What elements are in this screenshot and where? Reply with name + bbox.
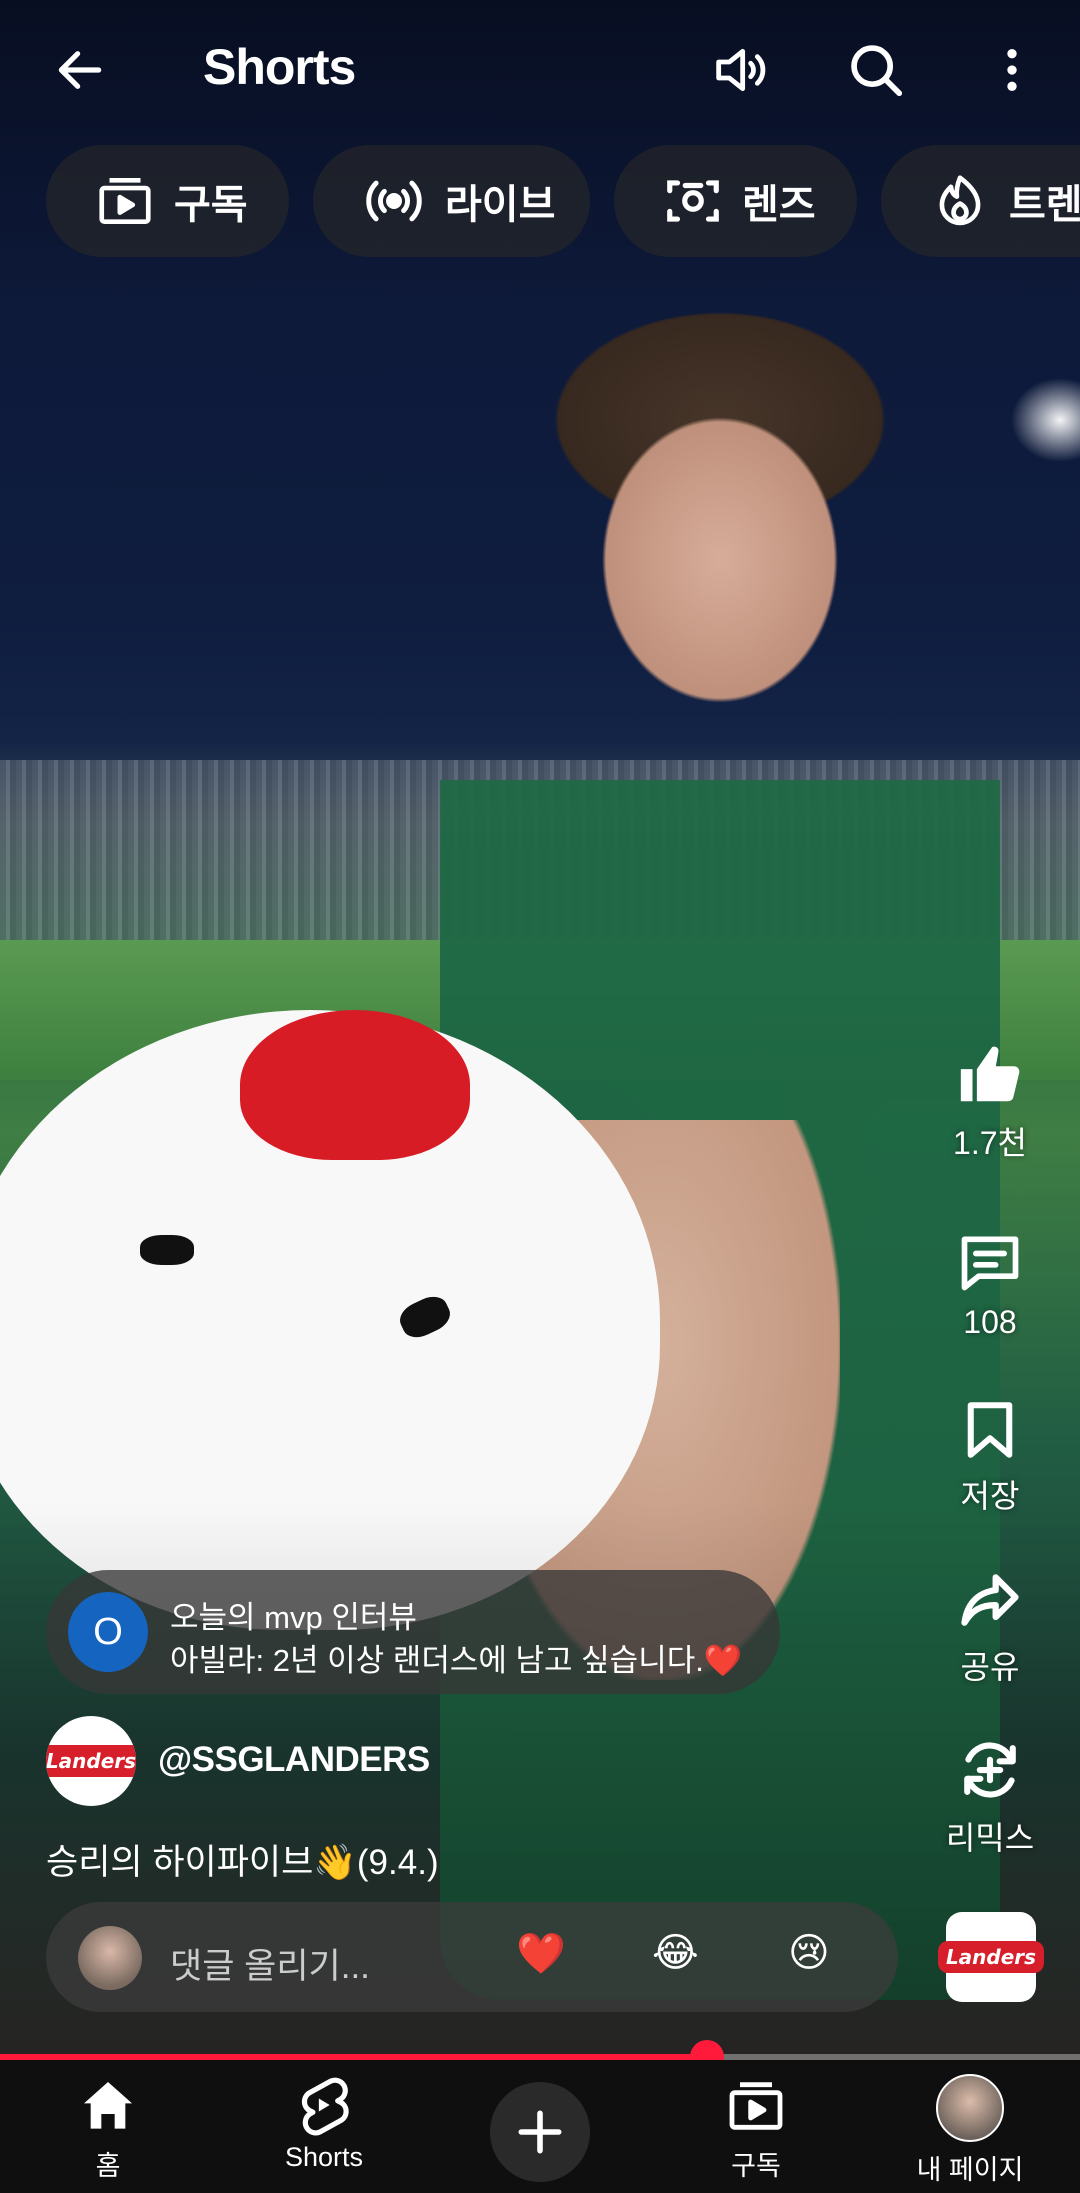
pinned-caption[interactable]: O 오늘의 mvp 인터뷰 아빌라: 2년 이상 랜더스에 남고 싶습니다.❤️ xyxy=(46,1570,780,1694)
create-button[interactable] xyxy=(490,2082,590,2182)
comment-input[interactable]: 댓글 올리기... xyxy=(170,1938,370,1989)
emoji-laugh[interactable]: 😂 xyxy=(652,1930,699,1976)
comment-count: 108 xyxy=(963,1304,1017,1340)
mascot-eye xyxy=(140,1235,194,1265)
shorts-icon xyxy=(301,2077,349,2136)
back-button[interactable] xyxy=(40,30,120,110)
remix-icon xyxy=(964,1742,1016,1798)
chip-subscriptions[interactable]: 구독 xyxy=(46,145,289,257)
remix-label: 리믹스 xyxy=(945,1820,1035,1856)
bookmark-icon xyxy=(967,1402,1013,1458)
search-button[interactable] xyxy=(836,30,916,110)
emoji-sad[interactable]: 😢 xyxy=(788,1930,830,1976)
chip-label: 구독 xyxy=(174,183,248,227)
nav-label: 홈 xyxy=(95,2151,121,2181)
search-icon xyxy=(851,45,903,97)
share-label: 공유 xyxy=(960,1649,1020,1685)
nav-shorts[interactable]: Shorts xyxy=(244,2074,404,2173)
like-button[interactable]: 1.7천 xyxy=(930,1040,1050,1164)
arrow-left-icon xyxy=(58,51,102,89)
save-label: 저장 xyxy=(960,1478,1020,1514)
chip-label: 라이브 xyxy=(445,183,556,227)
landers-logo: Landers xyxy=(46,1745,136,1777)
comment-bar[interactable]: 댓글 올리기... ❤️ 😂 😢 xyxy=(46,1902,898,2012)
thumb-up-icon xyxy=(960,1046,1020,1102)
nav-label: 구독 xyxy=(731,2151,781,2181)
caption-title: 오늘의 mvp 인터뷰 xyxy=(170,1600,417,1635)
chip-label: 렌즈 xyxy=(742,183,816,227)
save-button[interactable]: 저장 xyxy=(930,1397,1050,1517)
bottom-navigation: 홈 Shorts 구독 내 페이지 xyxy=(0,2060,1080,2193)
chip-live[interactable]: 라이브 xyxy=(313,145,590,257)
top-bar: Shorts xyxy=(0,0,1080,140)
remix-button[interactable]: 리믹스 xyxy=(930,1735,1050,1859)
trending-icon xyxy=(939,175,981,226)
home-icon xyxy=(84,2082,132,2129)
subscriptions-icon xyxy=(729,2082,783,2130)
volume-icon xyxy=(716,48,766,92)
share-icon xyxy=(961,1574,1019,1626)
filter-chips: 구독 라이브 렌즈 트렌 xyxy=(0,145,1080,260)
create-plus-icon xyxy=(518,2110,562,2154)
caption-text: 아빌라: 2년 이상 랜더스에 남고 싶습니다.❤️ xyxy=(170,1643,743,1678)
subscriptions-icon xyxy=(99,178,151,224)
video-title[interactable]: 승리의 하이파이브👋(9.4.) xyxy=(46,1834,439,1885)
channel-handle[interactable]: @SSGLANDERS xyxy=(158,1740,430,1780)
nav-home[interactable]: 홈 xyxy=(28,2074,188,2183)
nav-label: Shorts xyxy=(284,2142,364,2172)
nav-subscriptions[interactable]: 구독 xyxy=(676,2074,836,2183)
profile-avatar xyxy=(936,2074,1004,2142)
like-count: 1.7천 xyxy=(953,1125,1027,1161)
sound-source-thumbnail[interactable]: Landers xyxy=(937,1912,1045,2002)
nav-label: 내 페이지 xyxy=(916,2155,1024,2185)
share-button[interactable]: 공유 xyxy=(930,1566,1050,1688)
lens-icon xyxy=(667,180,719,222)
more-vert-icon xyxy=(1007,49,1017,91)
sound-button[interactable] xyxy=(700,30,780,110)
channel-avatar[interactable]: Landers xyxy=(46,1716,136,1806)
live-icon xyxy=(366,180,422,222)
comment-button[interactable]: 108 xyxy=(930,1228,1050,1341)
chip-label: 트렌 xyxy=(1009,183,1080,227)
caption-avatar: O xyxy=(68,1592,148,1672)
chip-trending[interactable]: 트렌 xyxy=(881,145,1080,257)
comment-icon xyxy=(961,1236,1019,1291)
page-title: Shorts xyxy=(203,39,356,95)
landers-logo: Landers xyxy=(937,1941,1045,1973)
chip-lens[interactable]: 렌즈 xyxy=(614,145,857,257)
nav-my-page[interactable]: 내 페이지 xyxy=(890,2074,1050,2187)
mascot-cap xyxy=(240,1010,470,1160)
emoji-heart[interactable]: ❤️ xyxy=(516,1930,566,1977)
user-avatar xyxy=(78,1926,142,1990)
more-options-button[interactable] xyxy=(972,30,1052,110)
